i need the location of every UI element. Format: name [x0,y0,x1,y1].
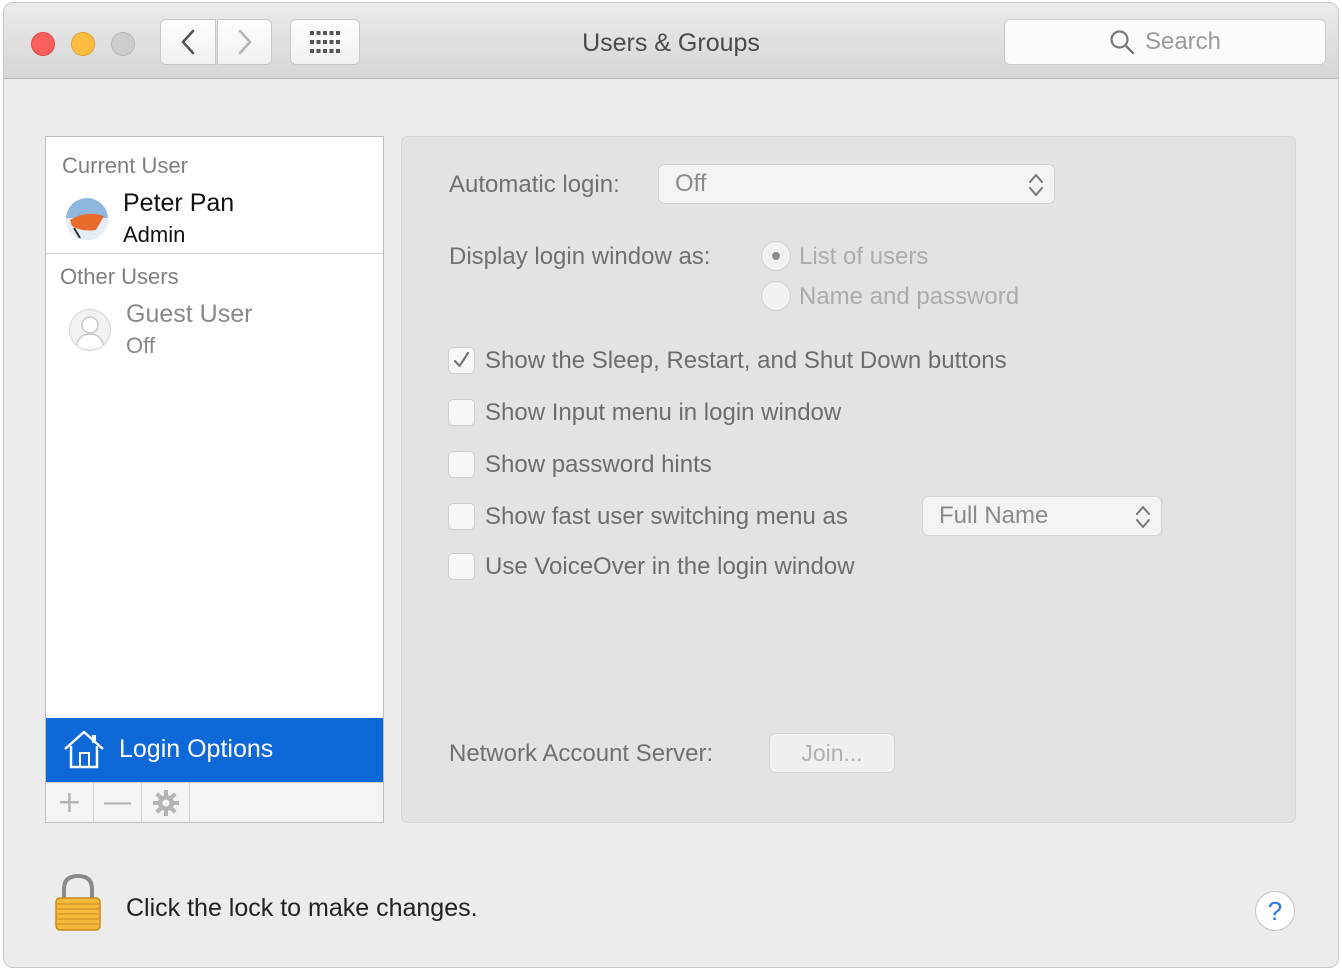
section-divider [46,253,383,254]
search-icon [1110,30,1135,55]
list-toolbar: + — [46,782,383,822]
lock-message: Click the lock to make changes. [126,894,478,922]
avatar [66,198,108,240]
zoom-button[interactable] [111,32,135,56]
automatic-login-value: Off [675,170,707,197]
show-all-button[interactable] [290,19,360,65]
password-hints-label: Show password hints [485,451,712,478]
guest-user-status: Off [126,333,155,358]
action-menu-button[interactable] [142,783,190,822]
input-menu-label: Show Input menu in login window [485,399,842,426]
password-hints-checkbox[interactable] [448,451,475,478]
current-user-role: Admin [123,222,186,247]
user-list: Current User Peter Pan Admin Other Users [45,136,384,823]
lock-button[interactable] [53,873,103,938]
name-and-password-label: Name and password [799,283,1020,310]
current-user-name: Peter Pan [123,189,235,217]
checkmark-icon [453,351,470,368]
search-placeholder: Search [1144,28,1222,55]
search-field[interactable]: Search [1004,19,1326,65]
updown-arrows-icon [1136,506,1150,528]
help-button[interactable]: ? [1255,891,1295,931]
fast-user-switching-label: Show fast user switching menu as [485,503,848,530]
sleep-restart-shutdown-checkbox[interactable] [448,347,475,374]
padlock-icon [55,873,101,931]
voiceover-checkbox[interactable] [448,553,475,580]
name-and-password-radio[interactable] [761,281,791,311]
guest-user-row[interactable]: Guest User Off [46,297,383,359]
preferences-window: Users & Groups Search Current User Peter… [3,2,1339,968]
login-options-label: Login Options [119,735,274,763]
display-login-as-label: Display login window as: [449,243,711,270]
updown-arrows-icon [1029,174,1043,196]
sleep-restart-shutdown-label: Show the Sleep, Restart, and Shut Down b… [485,347,1007,374]
list-of-users-label: List of users [799,243,929,270]
fast-user-switching-value: Full Name [939,502,1049,529]
remove-user-button[interactable]: — [94,783,142,822]
user-picture-icon [66,198,108,240]
automatic-login-popup[interactable]: Off [658,164,1055,204]
current-user-row[interactable]: Peter Pan Admin [46,137,383,251]
chevron-right-icon [238,29,251,55]
login-options-pane: Automatic login: Off Display login windo… [401,136,1296,823]
fast-user-switching-checkbox[interactable] [448,503,475,530]
login-options-item[interactable]: Login Options [46,718,383,782]
grid-icon [310,31,340,53]
forward-button[interactable] [217,19,272,65]
network-account-server-label: Network Account Server: [449,740,714,767]
guest-user-name: Guest User [126,300,253,328]
chevron-left-icon [181,29,195,55]
house-icon [64,730,104,769]
title-bar: Users & Groups Search [4,3,1338,79]
other-users-header: Other Users [60,264,179,289]
guest-user-icon [75,316,105,349]
add-user-button[interactable]: + [46,783,94,822]
gear-icon [152,789,179,816]
input-menu-checkbox[interactable] [448,399,475,426]
avatar [69,309,111,351]
voiceover-label: Use VoiceOver in the login window [485,553,855,580]
close-button[interactable] [31,32,55,56]
back-button[interactable] [160,19,216,65]
fast-user-switching-popup[interactable]: Full Name [922,496,1162,536]
minimize-button[interactable] [71,32,95,56]
automatic-login-label: Automatic login: [449,171,620,198]
list-of-users-radio[interactable] [761,241,791,271]
join-button[interactable]: Join... [769,733,895,773]
